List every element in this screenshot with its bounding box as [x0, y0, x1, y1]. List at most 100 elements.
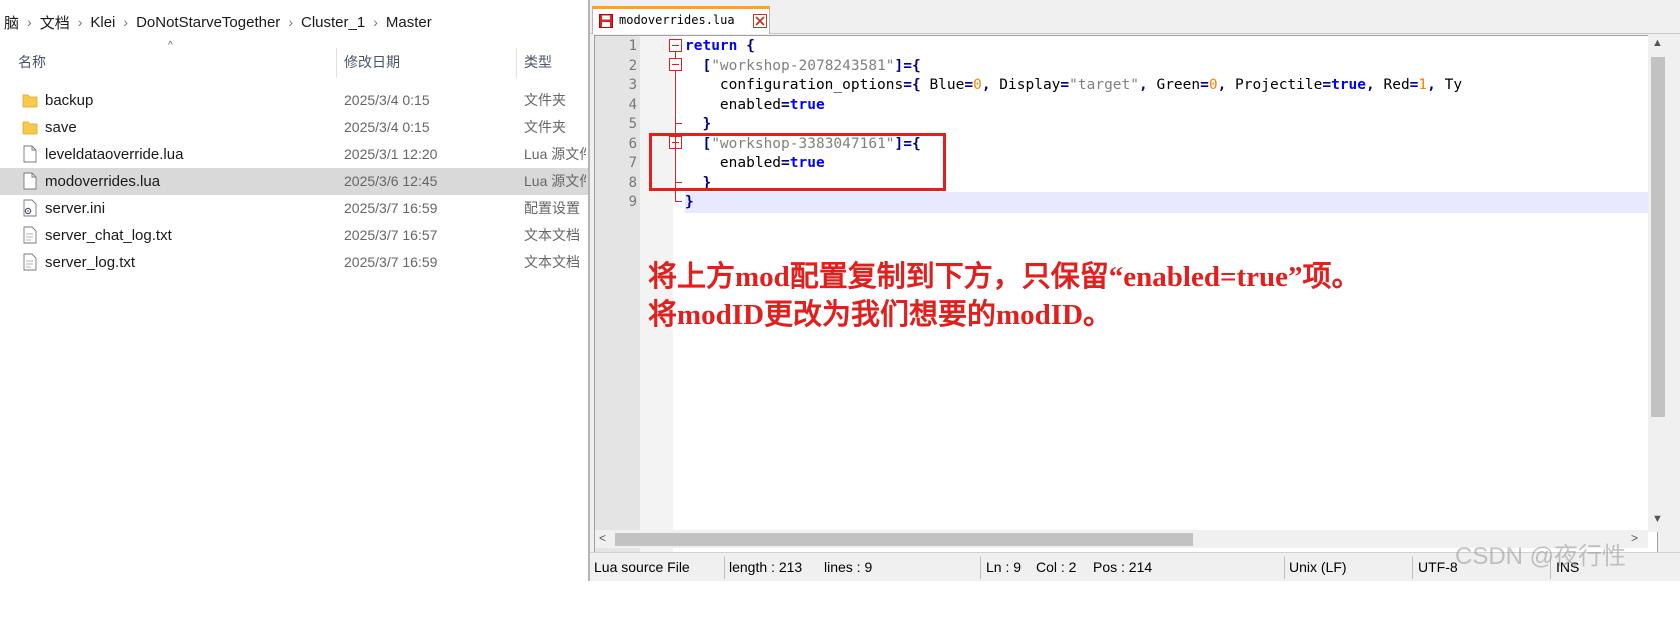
scroll-right-icon[interactable]: > [1631, 531, 1638, 545]
code-token: { [746, 38, 755, 54]
file-name: server_log.txt [45, 254, 136, 271]
breadcrumb-item[interactable]: Klei [86, 14, 119, 31]
column-date[interactable]: 修改日期 [344, 44, 400, 80]
file-icon [23, 226, 37, 244]
breadcrumb-item[interactable]: 脑 [0, 12, 23, 33]
annotation-line: 将modID更改为我们想要的modID。 [648, 299, 1113, 331]
column-divider[interactable] [336, 48, 337, 78]
tab-bar: modoverrides.lua [590, 0, 1680, 34]
file-type: 文件夹 [524, 119, 566, 135]
code-token: true [789, 96, 825, 113]
status-divider [1284, 556, 1285, 579]
code-line: ["workshop-2078243581"]={ [685, 56, 921, 77]
line-number: 8 [628, 174, 637, 191]
folder-icon [22, 121, 38, 135]
fold-end-marker [675, 123, 682, 124]
column-divider[interactable] [516, 48, 517, 78]
code-token: "workshop-2078243581" [711, 57, 895, 74]
scrollbar-thumb[interactable] [1651, 57, 1665, 417]
fold-end-marker [675, 201, 682, 202]
status-divider [724, 556, 725, 579]
annotation-highlight-box [649, 133, 946, 191]
vertical-scrollbar[interactable]: ▲ ▼ [1648, 35, 1668, 532]
file-name: save [45, 119, 77, 136]
tab-modoverrides[interactable]: modoverrides.lua [592, 6, 770, 34]
scroll-up-icon[interactable]: ▲ [1652, 37, 1663, 49]
scrollbar-thumb[interactable] [615, 533, 1193, 546]
file-row[interactable]: server_log.txt 2025/3/7 16:59 文本文档 [0, 249, 588, 276]
status-position: Pos : 214 [1093, 559, 1153, 575]
settings-file-icon [23, 199, 37, 217]
file-date: 2025/3/4 0:15 [344, 119, 430, 135]
status-encoding: UTF-8 [1418, 559, 1458, 575]
code-line: return { [685, 36, 755, 57]
file-row[interactable]: backup 2025/3/4 0:15 文件夹 [0, 87, 588, 114]
code-token: ]={ [894, 57, 921, 74]
breadcrumb-item[interactable]: Cluster_1 [297, 14, 369, 31]
line-number: 5 [628, 116, 637, 132]
file-date: 2025/3/7 16:57 [344, 227, 438, 243]
close-icon[interactable] [753, 14, 767, 28]
status-line-number: Ln : 9 [986, 559, 1022, 575]
chevron-right-icon: › [123, 14, 129, 30]
scroll-down-icon[interactable]: ▼ [1652, 513, 1663, 525]
annotation-line: 将上方mod配置复制到下方，只保留“enabled=true”项。 [648, 261, 1361, 293]
chevron-right-icon: › [288, 14, 293, 30]
file-row[interactable]: save 2025/3/4 0:15 文件夹 [0, 114, 588, 141]
file-type: 文本文档 [524, 254, 580, 270]
file-name: leveldataoverride.lua [45, 146, 184, 163]
file-row-selected[interactable]: modoverrides.lua 2025/3/6 12:45 Lua 源文件 [0, 168, 588, 195]
file-row[interactable]: server.ini 2025/3/7 16:59 配置设置 [0, 195, 588, 222]
code-token: , [981, 77, 991, 93]
column-type[interactable]: 类型 [524, 44, 552, 80]
file-type: 文本文档 [524, 227, 580, 243]
code-token: enabled [685, 96, 782, 113]
code-token: 0 [1208, 77, 1218, 93]
code-token: , [1366, 77, 1375, 93]
line-number: 4 [628, 96, 637, 113]
fold-toggle-icon[interactable] [669, 39, 682, 52]
line-number: 9 [628, 194, 637, 210]
file-icon [23, 172, 37, 190]
file-name: modoverrides.lua [45, 173, 161, 190]
file-date: 2025/3/1 12:20 [344, 146, 438, 162]
code-token: return [685, 38, 738, 54]
unsaved-file-icon [599, 14, 613, 28]
line-number: 7 [628, 155, 637, 171]
code-token: true [1331, 77, 1367, 93]
code-token: } [685, 194, 694, 210]
fold-guide [675, 52, 676, 58]
file-name: backup [45, 92, 94, 109]
column-name[interactable]: 名称 [18, 44, 46, 80]
breadcrumb-item[interactable]: DoNotStarveTogether [132, 14, 284, 31]
file-icon [23, 253, 37, 271]
line-number: 2 [628, 57, 637, 74]
status-divider [1412, 556, 1413, 579]
chevron-right-icon: › [27, 14, 32, 30]
column-header: 名称 ^ 修改日期 类型 [0, 40, 588, 80]
code-line: configuration_options={ Blue=0, Display=… [685, 75, 1462, 96]
code-token: } [702, 116, 712, 132]
code-token: = [1322, 77, 1332, 93]
line-number: 3 [628, 77, 637, 93]
breadcrumb-item[interactable]: Master [382, 14, 436, 31]
code-token: Green [1147, 77, 1201, 93]
file-date: 2025/3/7 16:59 [344, 254, 438, 270]
code-token: Red [1374, 77, 1410, 93]
fold-toggle-icon[interactable] [669, 58, 682, 71]
code-line: enabled=true [685, 95, 825, 116]
watermark: CSDN @夜行性 [1455, 543, 1627, 570]
chevron-right-icon: › [373, 14, 378, 30]
scroll-left-icon[interactable]: < [599, 531, 606, 545]
status-column: Col : 2 [1036, 559, 1077, 575]
file-date: 2025/3/7 16:59 [344, 200, 438, 216]
code-token: "target" [1069, 77, 1139, 93]
breadcrumb-item[interactable]: 文档 [36, 12, 74, 33]
file-row[interactable]: leveldataoverride.lua 2025/3/1 12:20 Lua… [0, 141, 588, 168]
chevron-right-icon: › [77, 14, 83, 30]
file-type: 文件夹 [524, 92, 566, 108]
file-row[interactable]: server_chat_log.txt 2025/3/7 16:57 文本文档 [0, 222, 588, 249]
code-token: Display [990, 77, 1061, 93]
